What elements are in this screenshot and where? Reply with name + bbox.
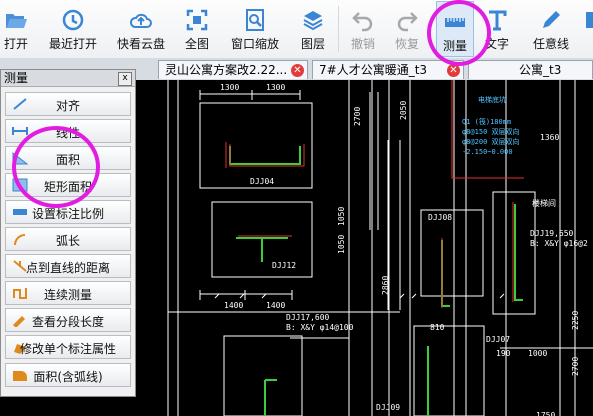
foundation-label: DJJ09 (376, 403, 400, 412)
foundation-label: DJJ08 (428, 213, 452, 222)
window-zoom-label: 窗口缩放 (230, 37, 279, 51)
close-tab-icon[interactable]: ✕ (291, 64, 304, 77)
cloud-button[interactable]: 快看云盘 (112, 0, 170, 58)
clock-history-icon (62, 9, 84, 31)
undo-icon (352, 12, 373, 32)
slab-thickness-note: Q1 (筏)180mm (462, 117, 511, 126)
tab-label: 7#人才公寓暖通_t3 (319, 63, 428, 77)
dim-text: 1750 (536, 411, 555, 416)
dim-text: 2860 (381, 276, 390, 295)
dim-text: 2700 (571, 357, 580, 376)
foundation-label: DJJ07 (486, 335, 510, 344)
align-label: 对齐 (55, 99, 80, 113)
tab-document-1[interactable]: 灵山公寓方案改2.22... ✕ (158, 60, 308, 79)
cloud-label: 快看云盘 (116, 37, 165, 51)
rebar-label: B: X&Y φ14@100 (286, 323, 354, 332)
dim-text: 1360 (540, 133, 559, 142)
highlight-circle (12, 126, 100, 208)
panel-close-icon[interactable]: x (118, 72, 132, 86)
set-scale-label: 设置标注比例 (31, 207, 104, 221)
open-label: 打开 (3, 37, 28, 51)
freehand-button[interactable]: 任意线 (526, 0, 576, 58)
dim-text: 810 (430, 323, 445, 332)
dim-text: 2700 (353, 107, 362, 126)
dim-text: 1300 (266, 83, 285, 92)
rebar-note-1: φ8@150 双层双向 (462, 127, 520, 136)
pen-icon (543, 11, 560, 28)
cloud-icon (129, 13, 152, 28)
undo-label: 撤销 (350, 37, 375, 51)
redo-icon (397, 12, 418, 32)
more-tool-icon (586, 12, 593, 28)
freehand-label: 任意线 (532, 37, 569, 51)
more-button[interactable] (582, 0, 593, 58)
highlight-circle (427, 0, 491, 66)
segment-length-label: 查看分段长度 (31, 315, 104, 329)
continuous-measure-button[interactable]: 连续测量 (5, 281, 131, 305)
align-button[interactable]: 对齐 (5, 92, 131, 116)
arc-length-button[interactable]: 弧长 (5, 227, 131, 251)
open-button[interactable]: 打开 (0, 0, 32, 58)
fullview-button[interactable]: 全图 (180, 0, 214, 58)
foundation-label: DJJ04 (250, 177, 274, 186)
rebar-note-2: φ8@200 双层双向 (462, 137, 520, 146)
recent-label: 最近打开 (48, 37, 97, 51)
point-line-distance-label: 点到直线的距离 (25, 261, 110, 275)
toolbar-separator (338, 6, 339, 52)
edit-annotation-button[interactable]: 修改单个标注属性 (5, 335, 131, 359)
fullview-icon (186, 9, 208, 31)
undo-button[interactable]: 撤销 (346, 0, 380, 58)
tab-document-3[interactable]: 公寓_t3 (468, 60, 593, 79)
tab-document-2[interactable]: 7#人才公寓暖通_t3 ✕ (312, 60, 464, 79)
arc-length-label: 弧长 (55, 234, 80, 248)
dim-text: 190 (496, 349, 511, 358)
tab-label: 灵山公寓方案改2.22... (165, 63, 288, 77)
elevation-note: -2.150~0.000 (462, 148, 513, 156)
main-toolbar: 打开 最近打开 快看云盘 全图 窗口缩放 图层 撤销 恢复 测量 文字 任意线 (0, 0, 593, 59)
redo-label: 恢复 (394, 37, 419, 51)
foundation-label: DJJ17,600 (286, 313, 330, 322)
layers-label: 图层 (300, 37, 325, 51)
folder-open-icon (6, 14, 27, 28)
dim-text: 1050 (337, 207, 346, 226)
area-arc-label: 面积(含弧线) (33, 370, 103, 384)
stair-note: 楼梯间 (532, 198, 556, 208)
dim-text: 1400 (224, 301, 243, 310)
foundation-label: DJJ12 (272, 261, 296, 270)
redo-button[interactable]: 恢复 (390, 0, 424, 58)
dim-text: 2050 (399, 101, 408, 120)
measure-panel: 测量 x 对齐 线性 面积 矩形面积 设置标注比例 弧长 点到直线的距离 连续测… (0, 69, 136, 397)
measure-panel-title[interactable]: 测量 x (1, 70, 135, 87)
recent-button[interactable]: 最近打开 (44, 0, 102, 58)
segment-length-button[interactable]: 查看分段长度 (5, 308, 131, 332)
dim-text: 1300 (220, 83, 239, 92)
point-line-distance-button[interactable]: 点到直线的距离 (5, 254, 131, 278)
fullview-label: 全图 (184, 37, 209, 51)
rebar-label: B: X&Y φ16@2 (530, 239, 588, 248)
dim-text: 1000 (528, 349, 547, 358)
layers-button[interactable]: 图层 (296, 0, 330, 58)
edit-annotation-label: 修改单个标注属性 (19, 342, 116, 356)
dim-text: 1400 (266, 301, 285, 310)
elevator-pit-note: 电梯底坑 (478, 95, 506, 104)
continuous-measure-label: 连续测量 (43, 288, 92, 302)
window-zoom-button[interactable]: 窗口缩放 (226, 0, 284, 58)
dim-text: 1050 (337, 235, 346, 254)
window-zoom-icon (246, 9, 264, 31)
layers-icon (303, 11, 323, 31)
foundation-label: DJJ19,650 (530, 229, 574, 238)
panel-title-text: 测量 (4, 71, 29, 85)
dim-text: 2250 (571, 311, 580, 330)
area-arc-button[interactable]: 面积(含弧线) (5, 363, 131, 387)
tab-label: 公寓_t3 (519, 63, 562, 77)
